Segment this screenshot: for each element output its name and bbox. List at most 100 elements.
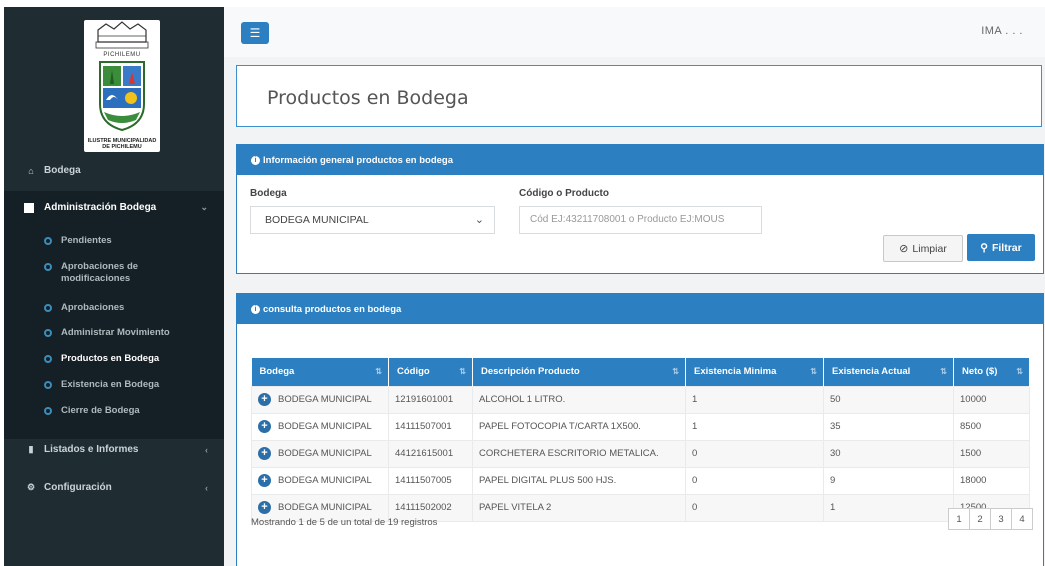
sidebar-subitem-aprobaciones-modificaciones[interactable]: Aprobaciones de modificaciones [44,261,194,285]
menu-toggle-button[interactable]: ☰ [241,22,269,44]
cell-existencia-actual: 50 [823,385,954,414]
search-icon: ⚲ [980,241,988,254]
column-header-existencia-actual[interactable]: Existencia Actual ⇅ [823,358,954,386]
cell-existencia-minima: 0 [685,493,824,522]
bars-icon: ☰ [249,26,261,40]
logo-caption-line2: DE PICHILEMU [102,144,142,150]
cell-bodega: + BODEGA MUNICIPAL [251,466,389,495]
table-row[interactable]: + BODEGA MUNICIPAL 14111507005 PAPEL DIGI… [251,466,1030,495]
circle-icon [44,329,52,337]
main-content: Productos en Bodega i Información genera… [224,57,1045,566]
expand-row-icon[interactable]: + [258,474,271,487]
chevron-left-icon: ‹ [205,482,208,493]
sidebar-item-label: Configuración [44,482,112,493]
cell-existencia-minima: 0 [685,466,824,495]
sort-icon: ⇅ [375,367,382,376]
page-title: Productos en Bodega [267,87,469,109]
sidebar-subitem-label: Pendientes [61,235,112,246]
sidebar-subitem-administrar-movimiento[interactable]: Administrar Movimiento [44,327,170,339]
page-button[interactable]: 4 [1011,508,1033,530]
bodega-select[interactable]: BODEGA MUNICIPAL ⌄ [250,206,495,234]
sidebar-subitem-cierre-de-bodega[interactable]: Cierre de Bodega [44,405,140,417]
cell-codigo: 12191601001 [388,385,473,414]
bodega-label: Bodega [250,188,287,199]
column-header-descripcion[interactable]: Descripción Producto ⇅ [472,358,686,386]
pagination: 1 2 3 4 [948,508,1033,530]
products-table: Bodega ⇅ Código ⇅ Descripción Producto ⇅ Ex… [251,358,1030,522]
sidebar: PICHILEMU ILUSTRE MUNICIPALIDAD DE PICHI… [4,7,224,566]
cell-codigo: 14111507001 [388,412,473,441]
file-icon: ▮ [28,444,34,454]
column-header-bodega[interactable]: Bodega ⇅ [251,358,389,386]
column-header-existencia-minima[interactable]: Existencia Minima ⇅ [685,358,824,386]
products-panel-header: i consulta productos en bodega [237,294,1043,324]
circle-icon [44,237,52,245]
topbar: ☰ IMA . . . [224,7,1045,57]
sidebar-subitem-pendientes[interactable]: Pendientes [44,235,112,247]
circle-icon [44,304,52,312]
page-title-box: Productos en Bodega [236,65,1042,127]
sidebar-subitem-existencia-en-bodega[interactable]: Existencia en Bodega [44,379,159,391]
gears-icon: ⚙ [26,482,36,492]
chevron-down-icon: ⌄ [200,202,208,212]
limpiar-label: Limpiar [912,242,947,255]
sidebar-item-listados-informes[interactable]: ▮ Listados e Informes ‹ [4,444,224,455]
sidebar-subitem-label: Aprobaciones [61,302,125,313]
cell-descripcion: PAPEL DIGITAL PLUS 500 HJS. [472,466,686,495]
sidebar-subitem-label: Administrar Movimiento [61,327,170,338]
cell-existencia-minima: 1 [685,412,824,441]
sidebar-item-configuracion[interactable]: ⚙ Configuración ‹ [4,482,224,493]
logo-city-text: PICHILEMU [103,52,141,58]
expand-row-icon[interactable]: + [258,420,271,433]
sidebar-subitem-label: Existencia en Bodega [61,379,160,390]
cell-descripcion: PAPEL FOTOCOPIA T/CARTA 1X500. [472,412,686,441]
cell-bodega: + BODEGA MUNICIPAL [251,412,389,441]
expand-row-icon[interactable]: + [258,501,271,514]
info-icon: i [251,155,260,165]
sidebar-subitem-label: Cierre de Bodega [61,405,140,416]
logo-caption: ILUSTRE MUNICIPALIDAD DE PICHILEMU [84,138,160,150]
cell-codigo: 14111507005 [388,466,473,495]
sidebar-subitem-aprobaciones[interactable]: Aprobaciones [44,302,124,314]
column-header-neto[interactable]: Neto ($) ⇅ [953,358,1030,386]
cell-existencia-minima: 0 [685,439,824,468]
sidebar-item-label: Administración Bodega [44,202,157,213]
cell-bodega: + BODEGA MUNICIPAL [251,385,389,414]
page-button[interactable]: 1 [948,508,970,530]
user-menu[interactable]: IMA . . . [981,25,1023,37]
cell-existencia-actual: 35 [823,412,954,441]
cell-neto: 18000 [953,466,1030,495]
sidebar-subitem-label: Productos en Bodega [61,353,160,364]
expand-row-icon[interactable]: + [258,393,271,406]
circle-icon [44,355,52,363]
page-button[interactable]: 2 [969,508,991,530]
square-icon [24,202,34,213]
cell-neto: 10000 [953,385,1030,414]
sidebar-subitem-productos-en-bodega[interactable]: Productos en Bodega [44,353,159,365]
circle-icon [44,381,52,389]
sidebar-item-bodega[interactable]: ⌂ Bodega [4,165,224,176]
expand-row-icon[interactable]: + [258,447,271,460]
cell-existencia-actual: 1 [823,493,954,522]
products-panel: i consulta productos en bodega Bodega ⇅ C… [236,293,1044,566]
table-row[interactable]: + BODEGA MUNICIPAL 14111507001 PAPEL FOTO… [251,412,1030,441]
filtrar-button[interactable]: ⚲ Filtrar [967,234,1035,261]
bodega-select-value: BODEGA MUNICIPAL [265,214,369,226]
chevron-down-icon: ⌄ [474,214,484,226]
table-row[interactable]: + BODEGA MUNICIPAL 44121615001 CORCHETERA… [251,439,1030,468]
info-panel-header: i Información general productos en bodeg… [237,145,1043,175]
cell-bodega: + BODEGA MUNICIPAL [251,439,389,468]
cell-descripcion: CORCHETERA ESCRITORIO METALICA. [472,439,686,468]
home-icon: ⌂ [28,165,34,176]
codigo-producto-input[interactable]: Cód EJ:43211708001 o Producto EJ:MOUS [519,206,762,234]
page-button[interactable]: 3 [990,508,1012,530]
clear-icon: ⊘ [899,243,909,255]
sort-icon: ⇅ [940,367,947,376]
sidebar-subitem-label: Aprobaciones de modificaciones [61,261,139,284]
table-row[interactable]: + BODEGA MUNICIPAL 12191601001 ALCOHOL 1 … [251,385,1030,414]
column-header-codigo[interactable]: Código ⇅ [388,358,473,386]
limpiar-button[interactable]: ⊘ Limpiar [883,235,963,262]
cell-descripcion: ALCOHOL 1 LITRO. [472,385,686,414]
sidebar-item-label: Listados e Informes [44,444,139,455]
sidebar-item-administracion-bodega[interactable]: Administración Bodega ⌄ [4,202,224,213]
